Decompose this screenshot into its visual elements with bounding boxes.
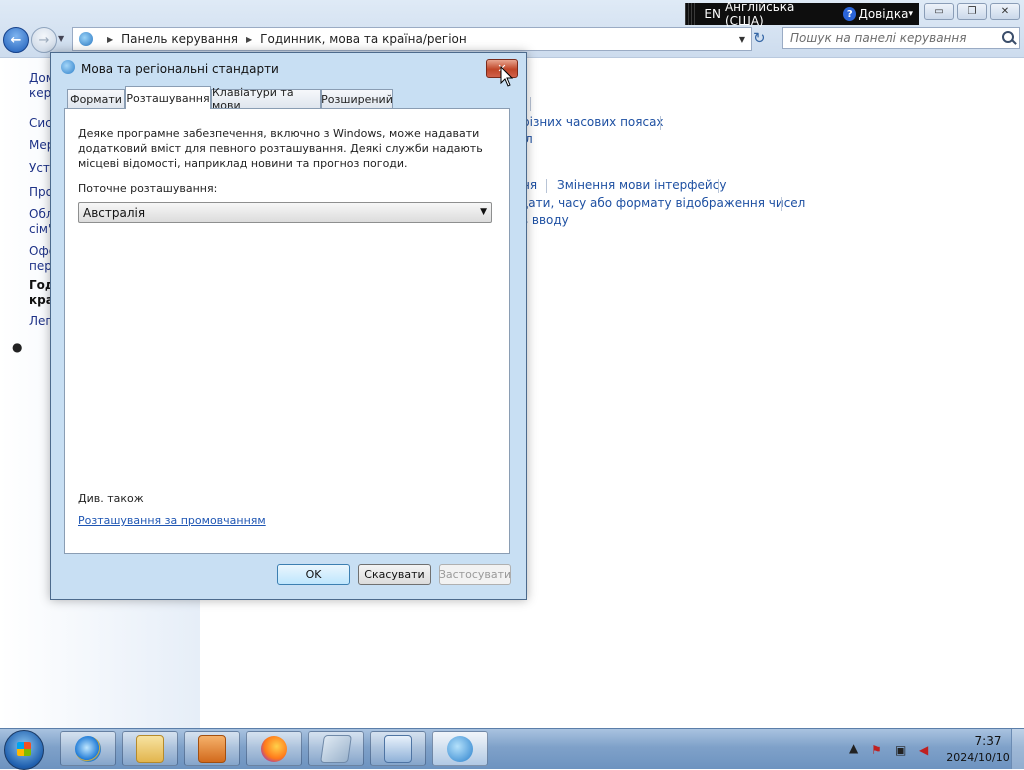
network-icon[interactable]: ▣ [895,743,906,757]
system-tray: ▲ ⚑ ▣ ◀ 7:37 2024/10/10 [845,729,1024,769]
see-also-label: Див. також [78,492,144,505]
ok-button[interactable]: OK [277,564,350,585]
tab-administrative[interactable]: Розширений [321,89,393,108]
taskbar-app-window[interactable] [308,731,364,766]
crumb-control-panel[interactable]: Панель керування [121,32,238,46]
region-language-dialog: Мова та регіональні стандарти ✕ Формати … [50,52,527,600]
crumb-clock-region[interactable]: Годинник, мова та країна/регіон [260,32,467,46]
taskbar-region-language[interactable] [432,731,488,766]
current-item-bullet: ● [12,340,23,354]
link-separator [718,179,719,193]
globe-icon [61,60,75,74]
nav-item-ease-of-access[interactable]: Лег [29,314,52,329]
search-input[interactable]: Пошук на панелі керування [782,27,1020,49]
nav-item-appearance[interactable]: пер [29,259,52,274]
show-desktop-button[interactable] [1011,729,1024,769]
address-dropdown-icon[interactable]: ▼ [739,35,745,44]
mouse-cursor-icon [500,66,514,87]
tab-panel-location: Деяке програмне забезпечення, включно з … [64,108,510,554]
chevron-down-icon[interactable]: ▼ [480,207,487,217]
action-center-icon[interactable]: ⚑ [871,743,882,757]
link-separator [660,116,661,130]
taskbar-file-explorer[interactable] [122,731,178,766]
link-separator [781,197,782,211]
current-location-label: Поточне розташування: [78,182,218,195]
start-button[interactable] [4,730,44,770]
clock-date[interactable]: 2024/10/10 [943,751,1013,764]
tab-location[interactable]: Розташування [125,86,211,109]
taskbar-control-panel[interactable] [370,731,426,766]
dialog-title: Мова та регіональні стандарти [81,62,279,76]
taskbar-media-player[interactable] [184,731,240,766]
clock-time[interactable]: 7:37 [963,734,1013,748]
apply-button[interactable]: Застосувати [439,564,511,585]
location-description: Деяке програмне забезпечення, включно з … [78,127,483,170]
nav-item-accounts[interactable]: сім' [29,222,51,237]
link-time-zones[interactable]: різних часових поясах [522,115,664,129]
back-button[interactable]: ← [3,27,29,53]
tab-keyboards-languages[interactable]: Клавіатури та мови [211,86,321,112]
globe-icon [447,735,473,762]
search-icon[interactable] [1002,31,1014,43]
language-bar-grip[interactable] [685,3,697,25]
cancel-button[interactable]: Скасувати [358,564,431,585]
close-window-button[interactable]: ✕ [990,3,1020,20]
link-change-display-language[interactable]: Змінення мови інтерфейсу [557,178,726,192]
language-bar[interactable]: EN Англійська (США) ? Довідка ▾ [685,0,919,28]
show-hidden-icons-icon[interactable]: ▲ [849,741,858,755]
taskbar-internet-explorer[interactable] [60,731,116,766]
tab-formats[interactable]: Формати [67,89,125,108]
link-separator [530,97,531,111]
location-select[interactable]: Австралія ▼ [78,202,492,223]
firefox-icon [261,735,287,762]
refresh-icon[interactable]: ↻ [753,29,766,47]
taskbar-firefox[interactable] [246,731,302,766]
address-bar[interactable]: ▶ Панель керування ▶ Годинник, мова та к… [72,27,752,51]
internet-explorer-icon [75,735,101,762]
explorer-window-header: EN Англійська (США) ? Довідка ▾ ▭ ❐ ✕ ← … [0,0,1024,58]
help-label[interactable]: Довідка [858,7,908,21]
recent-pages-dropdown[interactable]: ▼ [58,34,64,43]
app-window-icon [320,734,352,763]
language-name[interactable]: Англійська (США) [725,0,831,28]
maximize-button[interactable]: ❐ [957,3,987,20]
volume-muted-icon[interactable]: ◀ [919,743,928,757]
default-location-link[interactable]: Розташування за промовчанням [78,514,266,527]
control-panel-icon [384,734,412,763]
folder-icon [136,734,164,763]
language-code[interactable]: EN [704,7,721,21]
location-select-value[interactable]: Австралія [83,206,145,220]
language-bar-options-icon[interactable]: ▾ [908,9,913,19]
link-separator [546,179,547,193]
forward-button[interactable]: → [31,27,57,53]
taskbar: ▲ ⚑ ▣ ◀ 7:37 2024/10/10 [0,728,1024,770]
crumb-arrow-icon[interactable]: ▶ [107,35,113,44]
windows-logo-icon [17,742,31,756]
help-icon[interactable]: ? [843,7,857,21]
control-panel-icon [79,32,93,46]
media-player-icon [198,734,226,763]
nav-item-system[interactable]: Сис [29,116,52,131]
link-input-methods[interactable]: в вводу [521,213,569,227]
minimize-button[interactable]: ▭ [924,3,954,20]
crumb-arrow-icon[interactable]: ▶ [246,35,252,44]
search-placeholder: Пошук на панелі керування [790,31,967,45]
link-change-formats[interactable]: дати, часу або формату відображення чисе… [520,196,805,210]
